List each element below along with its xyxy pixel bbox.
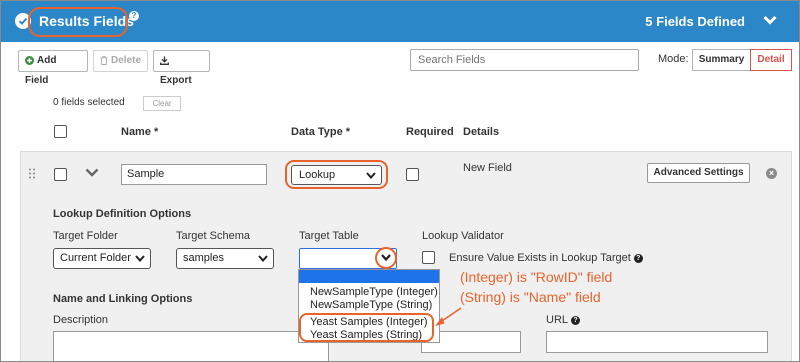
target-schema-label: Target Schema [176,230,250,242]
target-table-chevron-highlight[interactable] [375,247,397,269]
column-header-name: Name * [121,126,159,138]
fields-selected-count: 0 fields selected [53,97,125,108]
column-header-details: Details [463,126,500,138]
plus-circle-icon [25,55,34,65]
required-checkbox[interactable] [406,168,419,181]
delete-label: Delete [111,55,142,66]
yeast-options-highlight-annotation [299,313,434,342]
dropdown-option-empty[interactable] [299,270,439,283]
chevron-down-icon [258,255,268,262]
url-label-text: URL [546,314,569,326]
mode-label: Mode: [658,53,689,65]
trash-icon [100,56,108,65]
field-name-input[interactable]: Sample [121,164,267,185]
download-icon [160,56,169,65]
validator-option-text: Ensure Value Exists in Lookup Target [449,252,631,264]
integer-note: (Integer) is "RowID" field [460,269,613,285]
help-icon[interactable]: ? [633,253,643,263]
drag-handle-icon[interactable] [28,168,36,182]
target-schema-value: samples [183,252,224,264]
field-details-text: New Field [463,162,512,174]
target-folder-value: Current Folder [60,252,131,264]
mode-detail-button[interactable]: Detail [750,49,792,71]
url-label: URL? [546,314,581,326]
url-input[interactable] [546,331,768,353]
target-schema-select[interactable]: samples [176,248,274,269]
search-input[interactable] [410,49,639,71]
export-label: Export [160,75,192,86]
mode-summary-button[interactable]: Summary [692,49,750,71]
data-type-highlight-annotation [285,160,388,189]
delete-button[interactable]: Delete [93,50,148,72]
naming-section-title: Name and Linking Options [53,293,193,305]
field-editor-panel: Results Fields ? 5 Fields Defined Add Fi… [0,0,800,362]
target-folder-select[interactable]: Current Folder [53,248,151,269]
description-label: Description [53,314,109,326]
advanced-settings-button[interactable]: Advanced Settings [647,163,750,183]
help-icon[interactable]: ? [571,315,581,325]
collapse-chevron-icon[interactable] [85,168,99,180]
string-note: (String) is "Name" field [460,289,601,305]
description-textarea[interactable] [53,331,329,361]
validator-checkbox[interactable] [422,251,435,264]
target-table-label: Target Table [299,230,359,242]
column-header-data-type: Data Type * [291,126,351,138]
column-header-required: Required [406,126,454,138]
help-icon[interactable]: ? [129,11,139,21]
field-select-checkbox[interactable] [54,168,67,181]
dropdown-option[interactable]: NewSampleType (Integer) [310,286,438,298]
annotation-arrow-icon [435,307,462,326]
title-highlight-annotation [28,7,128,37]
export-button[interactable]: Export [153,50,210,86]
target-folder-label: Target Folder [53,230,118,242]
select-all-checkbox[interactable] [54,125,67,138]
add-field-button[interactable]: Add Field [18,50,88,86]
chevron-down-icon [135,255,145,262]
dropdown-option[interactable]: NewSampleType (String) [310,299,432,311]
chevron-down-icon [381,254,391,261]
chevron-down-icon[interactable] [763,15,777,28]
remove-field-icon[interactable]: × [766,168,777,179]
clear-selection-button[interactable]: Clear [143,96,181,111]
fields-defined-count: 5 Fields Defined [645,14,745,29]
lookup-section-title: Lookup Definition Options [53,208,192,220]
validator-option: Ensure Value Exists in Lookup Target? [449,252,643,264]
lookup-validator-label: Lookup Validator [422,230,504,242]
